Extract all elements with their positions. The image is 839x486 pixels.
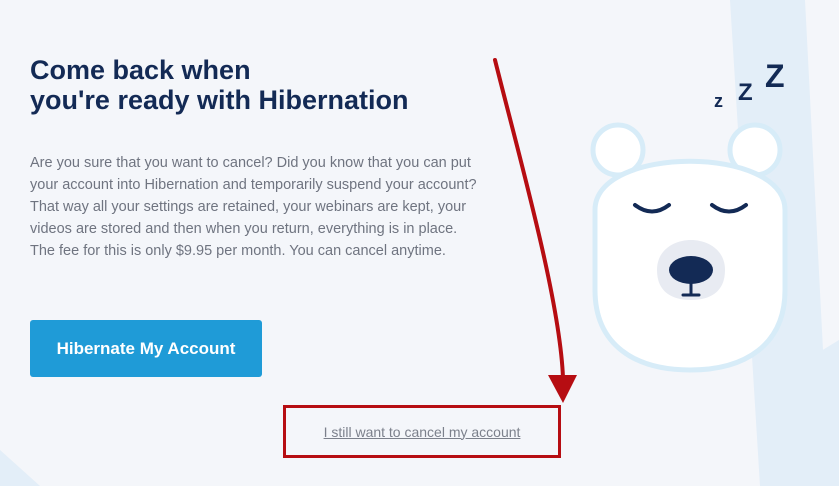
hibernation-description: Are you sure that you want to cancel? Di… xyxy=(30,155,477,259)
page-title-line-2: you're ready with Hibernation xyxy=(30,85,409,115)
sleep-zzz-icon: z Z Z xyxy=(714,58,785,111)
svg-text:Z: Z xyxy=(738,79,753,106)
page-title-line-1: Come back when xyxy=(30,55,251,85)
hibernate-account-button[interactable]: Hibernate My Account xyxy=(30,320,262,377)
svg-text:Z: Z xyxy=(765,58,785,94)
page-title: Come back when you're ready with Hiberna… xyxy=(30,55,409,115)
svg-text:z: z xyxy=(714,91,723,111)
cancel-account-link[interactable]: I still want to cancel my account xyxy=(283,405,561,458)
sleeping-polar-bear-icon xyxy=(590,122,788,373)
